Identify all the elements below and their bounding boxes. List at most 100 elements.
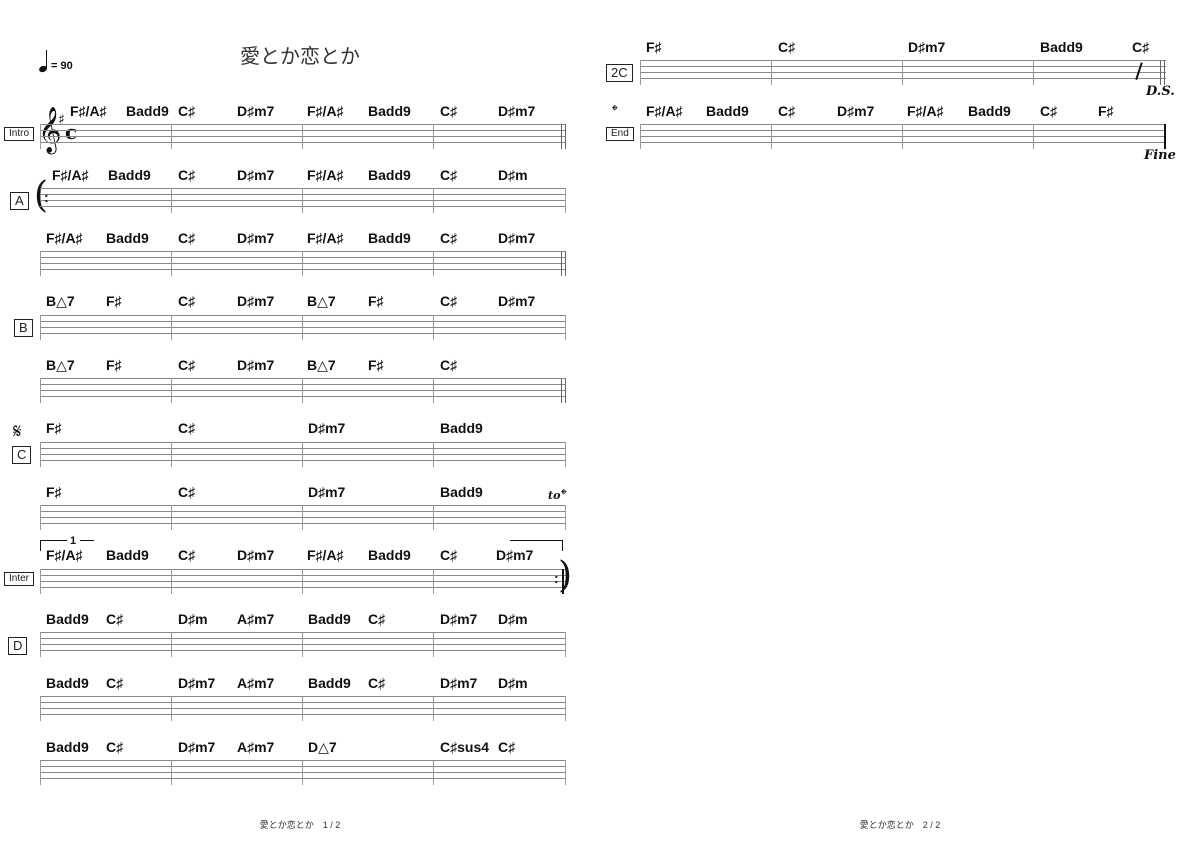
- barline: [171, 251, 172, 276]
- barline: [302, 251, 303, 276]
- chord: F♯/A♯: [307, 230, 344, 246]
- barline: [902, 124, 903, 149]
- chord: F♯: [46, 484, 62, 500]
- barline: [40, 569, 41, 594]
- barline: [561, 124, 562, 149]
- barline: [171, 505, 172, 530]
- staff: [640, 60, 1166, 85]
- chord: C♯: [178, 293, 196, 309]
- chord: D♯m7: [837, 103, 875, 119]
- volta-number-1: 1: [70, 535, 77, 547]
- fine-mark: Fine: [1144, 148, 1176, 163]
- barline: [1164, 60, 1165, 85]
- barline: [40, 315, 41, 340]
- chord: Badd9: [368, 547, 411, 563]
- page-footer: 愛とか恋とか 1 / 2: [259, 820, 341, 830]
- barline: [40, 124, 41, 149]
- barline: [640, 60, 641, 85]
- barline: [771, 124, 772, 149]
- barline: [433, 505, 434, 530]
- barline: [433, 188, 434, 213]
- ds-mark: D.S.: [1146, 84, 1175, 99]
- barline: [302, 188, 303, 213]
- chord: F♯/A♯: [52, 167, 89, 183]
- chord: C♯: [178, 167, 196, 183]
- final-barline: [1164, 124, 1166, 149]
- staff: [40, 760, 566, 785]
- chord: D♯m7: [178, 675, 216, 691]
- chord: Badd9: [46, 675, 89, 691]
- chord: C♯: [178, 547, 196, 563]
- chord: C♯: [1040, 103, 1058, 119]
- chord: F♯/A♯: [46, 230, 83, 246]
- barline: [171, 632, 172, 657]
- chord: C♯: [178, 230, 196, 246]
- chord: C♯: [106, 675, 124, 691]
- chord: C♯: [440, 103, 458, 119]
- barline: [171, 378, 172, 403]
- barline: [561, 378, 562, 403]
- section-label-a: A: [10, 192, 29, 210]
- barline: [433, 442, 434, 467]
- barline: [40, 505, 41, 530]
- chord: D♯m: [178, 611, 208, 627]
- barline: [433, 378, 434, 403]
- barline: [302, 696, 303, 721]
- barline: [640, 124, 641, 149]
- barline: [40, 760, 41, 785]
- barline: [171, 442, 172, 467]
- chord: D♯m: [498, 611, 528, 627]
- chord: C♯: [106, 611, 124, 627]
- barline: [40, 251, 41, 276]
- chord: C♯sus4: [440, 739, 490, 755]
- staff: [40, 378, 566, 403]
- barline: [40, 442, 41, 467]
- chord: Badd9: [46, 611, 89, 627]
- barline: [40, 696, 41, 721]
- chord: D♯m7: [237, 167, 275, 183]
- barline: [302, 760, 303, 785]
- chord: D♯m7: [496, 547, 534, 563]
- chord: D♯m7: [237, 547, 275, 563]
- chord: Badd9: [968, 103, 1011, 119]
- chord: F♯: [368, 293, 384, 309]
- staff: [40, 569, 566, 594]
- chord: F♯/A♯: [307, 167, 344, 183]
- barline: [1033, 124, 1034, 149]
- chord: F♯: [46, 420, 62, 436]
- barline: [433, 315, 434, 340]
- barline: [561, 251, 562, 276]
- chord: Badd9: [368, 167, 411, 183]
- section-label-inter: Inter: [4, 572, 35, 586]
- chord: F♯: [106, 357, 122, 373]
- chord: C♯: [440, 167, 458, 183]
- coda-icon: 𝄌: [612, 101, 618, 120]
- chord: D♯m7: [498, 293, 536, 309]
- chord: C♯: [1132, 39, 1150, 55]
- chord: B△7: [46, 357, 75, 373]
- chord: Badd9: [108, 167, 151, 183]
- barline: [565, 378, 566, 403]
- chord: D♯m7: [308, 484, 346, 500]
- barline: [302, 505, 303, 530]
- staff: [40, 315, 566, 340]
- section-label-2c: 2C: [606, 64, 633, 82]
- chord: C♯: [178, 484, 196, 500]
- barline: [565, 188, 566, 213]
- barline: [433, 632, 434, 657]
- staff: [40, 632, 566, 657]
- barline: [902, 60, 903, 85]
- chord: D♯m7: [237, 293, 275, 309]
- chord: D♯m7: [237, 103, 275, 119]
- chord: D♯m7: [237, 357, 275, 373]
- barline: [433, 760, 434, 785]
- barline: [565, 124, 566, 149]
- barline: [1033, 60, 1034, 85]
- chord: D♯m7: [498, 103, 536, 119]
- barline: [565, 696, 566, 721]
- barline: [171, 760, 172, 785]
- chord: Badd9: [46, 739, 89, 755]
- staff: [40, 505, 566, 530]
- chord: C♯: [498, 739, 516, 755]
- chord: C♯: [440, 357, 458, 373]
